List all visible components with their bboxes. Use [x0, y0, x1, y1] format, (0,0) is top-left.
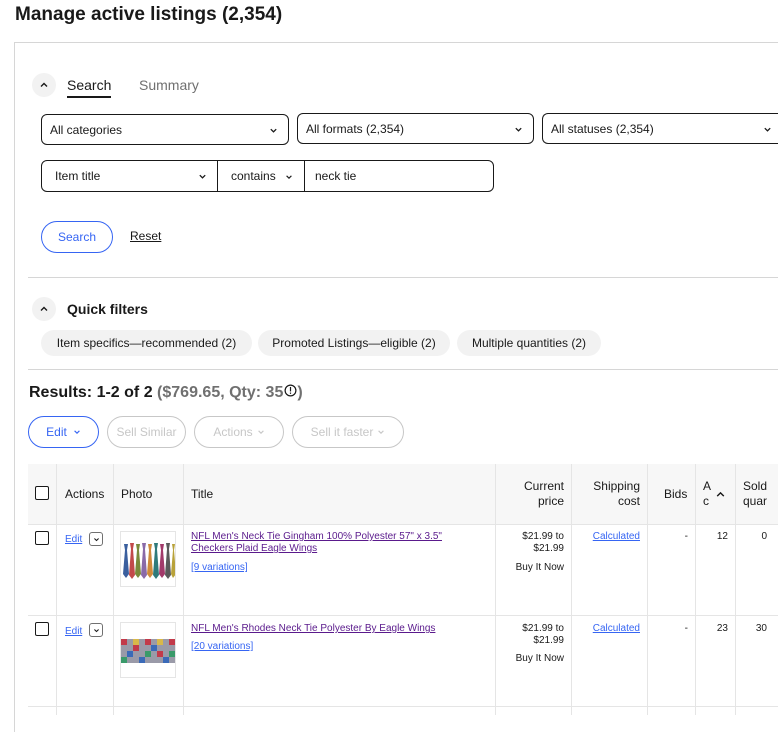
search-input[interactable]: neck tie: [315, 161, 356, 191]
quick-filters-title: Quick filters: [67, 301, 148, 317]
column-header-available[interactable]: Ac: [703, 479, 711, 509]
collapse-search-button[interactable]: [32, 73, 56, 97]
chevron-down-icon: [286, 175, 292, 179]
row-sold: 30: [755, 623, 767, 634]
category-select[interactable]: All categories: [41, 114, 289, 145]
chevron-down-icon: [93, 537, 99, 541]
status-select[interactable]: All statuses (2,354): [542, 113, 778, 144]
chevron-down-icon: [764, 127, 771, 132]
sell-similar-button[interactable]: Sell Similar: [107, 416, 186, 448]
reset-link[interactable]: Reset: [130, 229, 161, 243]
row-price: $21.99 to $21.99: [522, 531, 564, 554]
column-header-photo: Photo: [121, 487, 153, 501]
chevron-up-icon: [40, 82, 48, 87]
row-price-type: Buy It Now: [515, 653, 564, 664]
column-header-bids[interactable]: Bids: [664, 487, 687, 501]
row-edit-link[interactable]: Edit: [65, 534, 82, 545]
chevron-down-icon: [378, 430, 385, 434]
column-header-sold[interactable]: Sold quar: [743, 479, 767, 509]
format-select[interactable]: All formats (2,354): [297, 113, 534, 144]
chevron-down-icon: [515, 127, 522, 132]
page-title: Manage active listings (2,354): [15, 4, 283, 25]
field-select[interactable]: Item title: [55, 161, 100, 191]
row-checkbox[interactable]: [35, 531, 49, 545]
results-count: Results: 1-2 of 2: [29, 384, 153, 401]
chevron-down-icon: [270, 128, 277, 133]
sort-ascending-icon[interactable]: [715, 489, 726, 500]
category-select-value: All categories: [50, 122, 123, 137]
listing-photo-ties-rhodes[interactable]: [120, 622, 176, 678]
search-button[interactable]: Search: [41, 221, 113, 253]
column-header-actions: Actions: [65, 487, 105, 501]
column-header-title[interactable]: Title: [191, 487, 213, 501]
edit-menu-button[interactable]: Edit: [28, 416, 99, 448]
chip-promoted-listings[interactable]: Promoted Listings—eligible (2): [258, 330, 450, 356]
chip-multiple-quantities[interactable]: Multiple quantities (2): [457, 330, 601, 356]
row-bids: -: [684, 623, 688, 634]
row-available: 23: [716, 623, 728, 634]
status-select-value: All statuses (2,354): [551, 121, 654, 136]
info-icon[interactable]: [284, 384, 297, 397]
row-price-type: Buy It Now: [515, 562, 564, 573]
chevron-down-icon: [257, 430, 264, 434]
divider: [28, 277, 778, 278]
listing-title-link[interactable]: NFL Men's Rhodes Neck Tie Polyester By E…: [191, 623, 435, 634]
chip-item-specifics[interactable]: Item specifics—recommended (2): [41, 330, 252, 356]
chevron-up-icon: [40, 306, 48, 311]
neck-ties-image: [123, 543, 175, 579]
chevron-down-icon: [199, 174, 206, 179]
row-edit-link[interactable]: Edit: [65, 626, 82, 637]
results-totals: ($769.65, Qty: 35: [157, 384, 284, 401]
row-sold: 0: [761, 531, 767, 542]
operator-select[interactable]: contains: [231, 161, 276, 191]
results-summary: Results: 1-2 of 2 ($769.65, Qty: 35): [29, 384, 303, 401]
tab-search[interactable]: Search: [67, 77, 111, 93]
neck-ties-pattern-image: [121, 639, 175, 663]
actions-menu-button[interactable]: Actions: [194, 416, 284, 448]
row-actions-dropdown[interactable]: [89, 623, 103, 637]
listing-title-link[interactable]: NFL Men's Neck Tie Gingham 100% Polyeste…: [191, 531, 491, 555]
tab-search-underline: [67, 96, 111, 98]
chevron-down-icon: [93, 628, 99, 632]
sell-faster-menu-button[interactable]: Sell it faster: [292, 416, 404, 448]
format-select-value: All formats (2,354): [306, 121, 405, 136]
variations-link[interactable]: [9 variations]: [191, 562, 248, 573]
chevron-down-icon: [74, 430, 80, 434]
title-search-group: Item title contains neck tie: [41, 160, 494, 192]
listing-photo-ties-gingham[interactable]: [120, 531, 176, 587]
row-shipping-link[interactable]: Calculated: [576, 623, 640, 634]
column-header-shipping[interactable]: Shipping cost: [575, 479, 640, 509]
row-shipping-link[interactable]: Calculated: [576, 531, 640, 542]
row-checkbox[interactable]: [35, 622, 49, 636]
row-price: $21.99 to $21.99: [522, 623, 564, 646]
variations-link[interactable]: [20 variations]: [191, 641, 253, 652]
column-header-price[interactable]: Current price: [500, 479, 564, 509]
row-available: 12: [716, 531, 728, 542]
tab-summary[interactable]: Summary: [139, 77, 199, 93]
row-bids: -: [684, 531, 688, 542]
row-actions-dropdown[interactable]: [89, 532, 103, 546]
select-all-checkbox[interactable]: [35, 486, 49, 500]
collapse-quick-filters-button[interactable]: [32, 297, 56, 321]
divider: [28, 369, 778, 370]
